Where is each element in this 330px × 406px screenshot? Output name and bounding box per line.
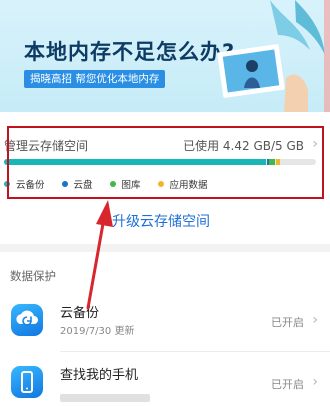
row-title: 查找我的手机 <box>60 368 139 383</box>
list-item-find-my-phone[interactable]: 查找我的手机 已开启 › <box>0 362 330 406</box>
phone-icon <box>11 366 43 398</box>
chevron-right-icon: › <box>312 374 318 390</box>
row-divider <box>60 351 330 352</box>
row-subtitle: 2019/7/30 更新 <box>60 326 135 337</box>
promo-banner[interactable]: 本地内存不足怎么办? 揭晓高招 帮您优化本地内存 <box>0 0 330 112</box>
cloud-backup-icon <box>11 304 43 336</box>
banner-edge <box>324 0 330 112</box>
list-item-cloud-backup[interactable]: 云备份 2019/7/30 更新 已开启 › <box>0 300 330 352</box>
section-divider <box>0 244 330 252</box>
blurred-subtitle <box>60 394 150 402</box>
status-text: 已开启 <box>271 378 304 391</box>
status-text: 已开启 <box>271 316 304 329</box>
chevron-right-icon: › <box>312 312 318 328</box>
row-title: 云备份 <box>60 306 100 321</box>
banner-illustration <box>217 0 325 112</box>
banner-tag: 揭晓高招 帮您优化本地内存 <box>24 70 166 88</box>
upgrade-storage-button[interactable]: 升级云存储空间 <box>112 211 210 231</box>
highlight-frame <box>7 126 324 199</box>
section-title: 数据保护 <box>10 269 56 283</box>
